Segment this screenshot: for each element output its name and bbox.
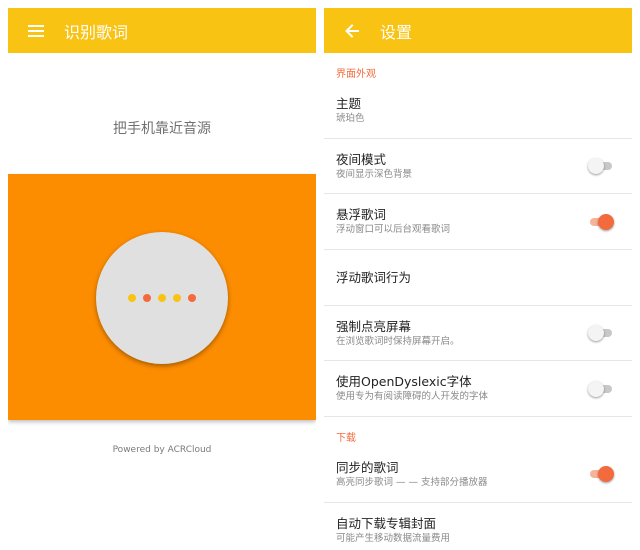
setting-keep-screen-on[interactable]: 强制点亮屏幕 在浏览歌词时保持屏幕开启。 — [324, 306, 632, 362]
night-mode-switch[interactable] — [588, 158, 614, 175]
listening-dot — [143, 294, 151, 302]
setting-title: 浮动歌词行为 — [336, 269, 412, 285]
setting-subtitle: 琥珀色 — [336, 112, 365, 124]
menu-icon[interactable] — [8, 8, 64, 53]
listening-dot — [158, 294, 166, 302]
identify-title: 识别歌词 — [64, 22, 129, 42]
identify-app-bar: 识别歌词 — [8, 8, 316, 53]
setting-floating-lyrics-behavior[interactable]: 浮动歌词行为 — [324, 250, 632, 306]
floating-lyrics-switch[interactable] — [588, 213, 614, 230]
arrow-back-icon[interactable] — [324, 8, 380, 53]
setting-title: 主题 — [336, 95, 362, 111]
synced-lyrics-switch[interactable] — [588, 466, 614, 483]
setting-title: 自动下载专辑封面 — [336, 516, 437, 532]
listening-dot — [188, 294, 196, 302]
settings-app-bar: 设置 — [324, 8, 632, 53]
setting-opendyslexic-font[interactable]: 使用OpenDyslexic字体 使用专为有阅读障碍的人开发的字体 — [324, 361, 632, 418]
setting-synced-lyrics[interactable]: 同步的歌词 高亮同步歌词 — — 支持部分播放器 — [324, 447, 632, 503]
identify-prompt: 把手机靠近音源 — [113, 121, 211, 137]
settings-list: 界面外观 主题 琥珀色 夜间模式 夜间显示深色背景 悬浮歌词 浮动窗口可以后台观… — [324, 53, 632, 542]
identify-screen: 识别歌词 把手机靠近音源 Powered by ACRCloud — [8, 8, 316, 542]
setting-theme[interactable]: 主题 琥珀色 — [324, 83, 632, 139]
settings-screen: 设置 界面外观 主题 琥珀色 夜间模式 夜间显示深色背景 悬浮歌词 浮动窗口可以… — [324, 8, 632, 542]
listening-dot — [173, 294, 181, 302]
setting-night-mode[interactable]: 夜间模式 夜间显示深色背景 — [324, 139, 632, 195]
opendyslexic-font-switch[interactable] — [588, 380, 614, 397]
setting-floating-lyrics[interactable]: 悬浮歌词 浮动窗口可以后台观看歌词 — [324, 194, 632, 251]
section-header-download: 下载 — [336, 433, 356, 445]
setting-subtitle: 可能产生移动数据流量费用 — [336, 533, 451, 542]
settings-title: 设置 — [380, 22, 413, 42]
keep-screen-on-switch[interactable] — [588, 325, 614, 342]
listen-button[interactable] — [96, 232, 228, 364]
powered-by-label: Powered by ACRCloud — [112, 445, 212, 455]
listening-dot — [128, 294, 136, 302]
setting-auto-download-cover[interactable]: 自动下载专辑封面 可能产生移动数据流量费用 — [324, 503, 632, 542]
listen-panel — [8, 174, 316, 420]
section-header-appearance: 界面外观 — [336, 69, 376, 80]
